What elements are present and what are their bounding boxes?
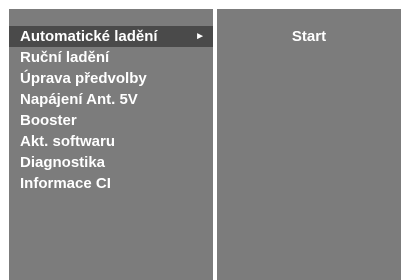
menu-item-label: Úprava předvolby bbox=[20, 70, 147, 87]
menu-item-automatic-tuning[interactable]: Automatické ladění ► bbox=[9, 26, 213, 47]
menu-item-programme-edit[interactable]: Úprava předvolby bbox=[9, 68, 213, 89]
menu-item-manual-tuning[interactable]: Ruční ladění bbox=[9, 47, 213, 68]
menu-item-software-update[interactable]: Akt. softwaru bbox=[9, 131, 213, 152]
menu-item-booster[interactable]: Booster bbox=[9, 110, 213, 131]
start-option[interactable]: Start bbox=[217, 26, 401, 47]
menu-item-label: Napájení Ant. 5V bbox=[20, 91, 138, 108]
menu-item-diagnostics[interactable]: Diagnostika bbox=[9, 152, 213, 173]
menu-item-label: Diagnostika bbox=[20, 154, 106, 171]
menu-item-label: Booster bbox=[20, 112, 77, 129]
submenu-panel: Start bbox=[217, 9, 401, 280]
triangle-right-icon: ► bbox=[195, 31, 205, 42]
menu-item-label: Automatické ladění bbox=[20, 28, 158, 45]
setup-menu-panel: Automatické ladění ► Ruční ladění Úprava… bbox=[9, 9, 213, 280]
menu-item-ci-information[interactable]: Informace CI bbox=[9, 173, 213, 194]
menu-item-antenna-power[interactable]: Napájení Ant. 5V bbox=[9, 89, 213, 110]
menu-item-label: Akt. softwaru bbox=[20, 133, 116, 150]
menu-item-label: Ruční ladění bbox=[20, 49, 110, 66]
menu-item-label: Informace CI bbox=[20, 175, 111, 192]
tv-setup-screen: Automatické ladění ► Ruční ladění Úprava… bbox=[0, 0, 410, 280]
setup-menu: Automatické ladění ► Ruční ladění Úprava… bbox=[9, 26, 213, 194]
